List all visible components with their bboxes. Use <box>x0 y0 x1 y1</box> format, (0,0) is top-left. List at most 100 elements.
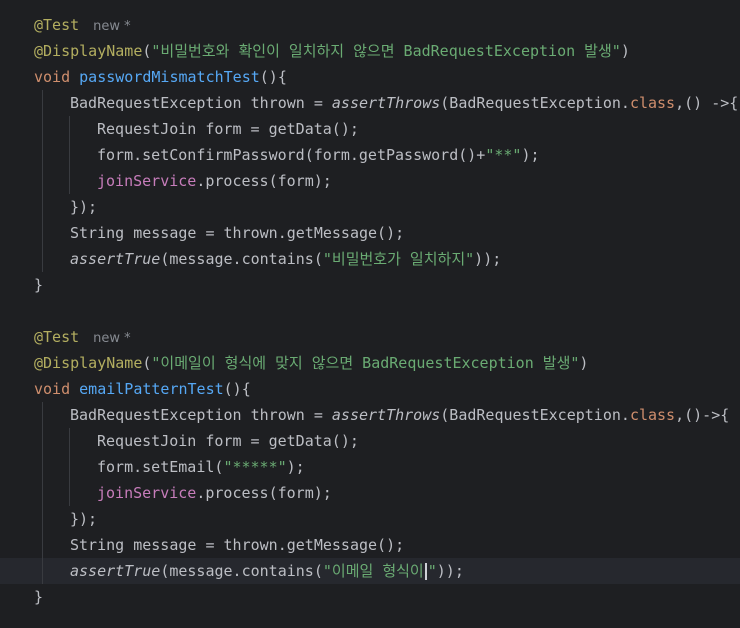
code-line[interactable]: joinService.process(form); <box>0 168 740 194</box>
code-line[interactable]: @Test new * <box>0 12 740 38</box>
code-token: }); <box>70 510 98 528</box>
code-token: } <box>34 588 44 606</box>
code-line[interactable]: form.setEmail("*****"); <box>0 454 740 480</box>
code-text: RequestJoin form = getData(); <box>97 428 359 454</box>
code-token: form.setConfirmPassword(form.getPassword… <box>97 146 486 164</box>
code-token: ) <box>620 42 630 60</box>
code-token: "이메일 형식이 <box>322 562 424 580</box>
indent-guide <box>42 558 43 584</box>
code-token: assertTrue <box>70 562 161 580</box>
indent-guide <box>42 194 43 220</box>
code-text: void emailPatternTest(){ <box>34 376 251 402</box>
code-token: (BadRequestException. <box>440 406 630 424</box>
code-text: @Test new * <box>34 324 131 352</box>
code-text: form.setEmail("*****"); <box>97 454 305 480</box>
code-token: (message.contains( <box>160 250 323 268</box>
code-token: (){ <box>259 68 287 86</box>
code-token: passwordMismatchTest <box>79 68 260 86</box>
code-line[interactable]: assertTrue(message.contains("비밀번호가 일치하지"… <box>0 246 740 272</box>
indent-guide <box>42 532 43 558</box>
code-editor[interactable]: @Test new * @DisplayName("비밀번호와 확인이 일치하지 않… <box>0 0 740 628</box>
author-hint[interactable]: new * <box>93 331 131 346</box>
indent-guide <box>42 480 43 506</box>
indent-guide <box>42 454 43 480</box>
code-line[interactable]: @Test new * <box>0 324 740 350</box>
code-line[interactable]: BadRequestException thrown = assertThrow… <box>0 90 740 116</box>
code-token: @Test <box>34 328 80 346</box>
code-token: )); <box>474 250 502 268</box>
indent-guide <box>42 506 43 532</box>
code-line[interactable]: String message = thrown.getMessage(); <box>0 532 740 558</box>
code-token: @DisplayName <box>34 42 143 60</box>
code-token: assertThrows <box>331 406 441 424</box>
code-text: @DisplayName("이메일이 형식에 맞지 않으면 BadRequest… <box>34 350 588 376</box>
author-hint[interactable]: new * <box>93 19 131 34</box>
code-line[interactable]: BadRequestException thrown = assertThrow… <box>0 402 740 428</box>
indent-guide <box>42 220 43 246</box>
code-token: BadRequestException thrown = <box>70 94 332 112</box>
code-text: BadRequestException thrown = assertThrow… <box>70 90 738 116</box>
code-line[interactable] <box>0 298 740 324</box>
indent-guide <box>42 246 43 272</box>
code-token: RequestJoin form = getData(); <box>97 120 359 138</box>
code-line[interactable]: form.setConfirmPassword(form.getPassword… <box>0 142 740 168</box>
code-line[interactable]: void emailPatternTest(){ <box>0 376 740 402</box>
code-token: ,() ->{ <box>675 94 739 112</box>
code-text: String message = thrown.getMessage(); <box>70 220 404 246</box>
code-line[interactable]: void passwordMismatchTest(){ <box>0 64 740 90</box>
indent-guide <box>69 454 70 480</box>
indent-guide <box>42 168 43 194</box>
code-token: "**" <box>485 146 522 164</box>
code-token: ); <box>521 146 540 164</box>
indent-guide <box>42 402 43 428</box>
indent-guide <box>42 90 43 116</box>
code-text: assertTrue(message.contains("이메일 형식이 ")); <box>70 558 464 584</box>
text-caret <box>424 563 427 580</box>
code-token: emailPatternTest <box>79 380 224 398</box>
code-text: } <box>34 272 43 298</box>
code-line[interactable]: @DisplayName("비밀번호와 확인이 일치하지 않으면 BadRequ… <box>0 38 740 64</box>
code-line[interactable]: String message = thrown.getMessage(); <box>0 220 740 246</box>
code-token: @Test <box>34 16 80 34</box>
code-token: void <box>34 380 71 398</box>
code-line[interactable]: }); <box>0 506 740 532</box>
code-token: joinService <box>97 172 197 190</box>
code-token: RequestJoin form = getData(); <box>97 432 359 450</box>
code-text: assertTrue(message.contains("비밀번호가 일치하지"… <box>70 246 501 272</box>
indent-guide <box>69 480 70 506</box>
code-token: String message = thrown.getMessage(); <box>70 224 405 242</box>
code-token: BadRequestException thrown = <box>70 406 332 424</box>
code-token: joinService <box>97 484 197 502</box>
code-line[interactable]: RequestJoin form = getData(); <box>0 116 740 142</box>
code-token: ,()->{ <box>675 406 730 424</box>
code-text: joinService.process(form); <box>97 168 332 194</box>
code-text: void passwordMismatchTest(){ <box>34 64 287 90</box>
indent-guide <box>42 428 43 454</box>
indent-guide <box>42 142 43 168</box>
code-line[interactable]: assertTrue(message.contains("이메일 형식이 ")); <box>0 558 740 584</box>
code-line[interactable]: }); <box>0 194 740 220</box>
code-token: "이메일이 형식에 맞지 않으면 BadRequestException 발생" <box>151 354 580 372</box>
code-token: } <box>34 276 44 294</box>
code-token: assertThrows <box>331 94 441 112</box>
code-line[interactable]: joinService.process(form); <box>0 480 740 506</box>
code-text: BadRequestException thrown = assertThrow… <box>70 402 729 428</box>
code-token: ) <box>579 354 589 372</box>
code-line[interactable]: } <box>0 584 740 610</box>
indent-guide <box>69 428 70 454</box>
code-line[interactable]: RequestJoin form = getData(); <box>0 428 740 454</box>
indent-guide <box>42 116 43 142</box>
code-text: joinService.process(form); <box>97 480 332 506</box>
code-text: }); <box>70 506 97 532</box>
code-token: form.setEmail( <box>97 458 224 476</box>
code-token: (message.contains( <box>160 562 323 580</box>
code-text: }); <box>70 194 97 220</box>
indent-guide <box>69 168 70 194</box>
code-text: RequestJoin form = getData(); <box>97 116 359 142</box>
code-token: "비밀번호가 일치하지" <box>322 250 475 268</box>
code-token: " <box>427 562 437 580</box>
code-line[interactable]: @DisplayName("이메일이 형식에 맞지 않으면 BadRequest… <box>0 350 740 376</box>
code-line[interactable]: } <box>0 272 740 298</box>
code-text: form.setConfirmPassword(form.getPassword… <box>97 142 540 168</box>
